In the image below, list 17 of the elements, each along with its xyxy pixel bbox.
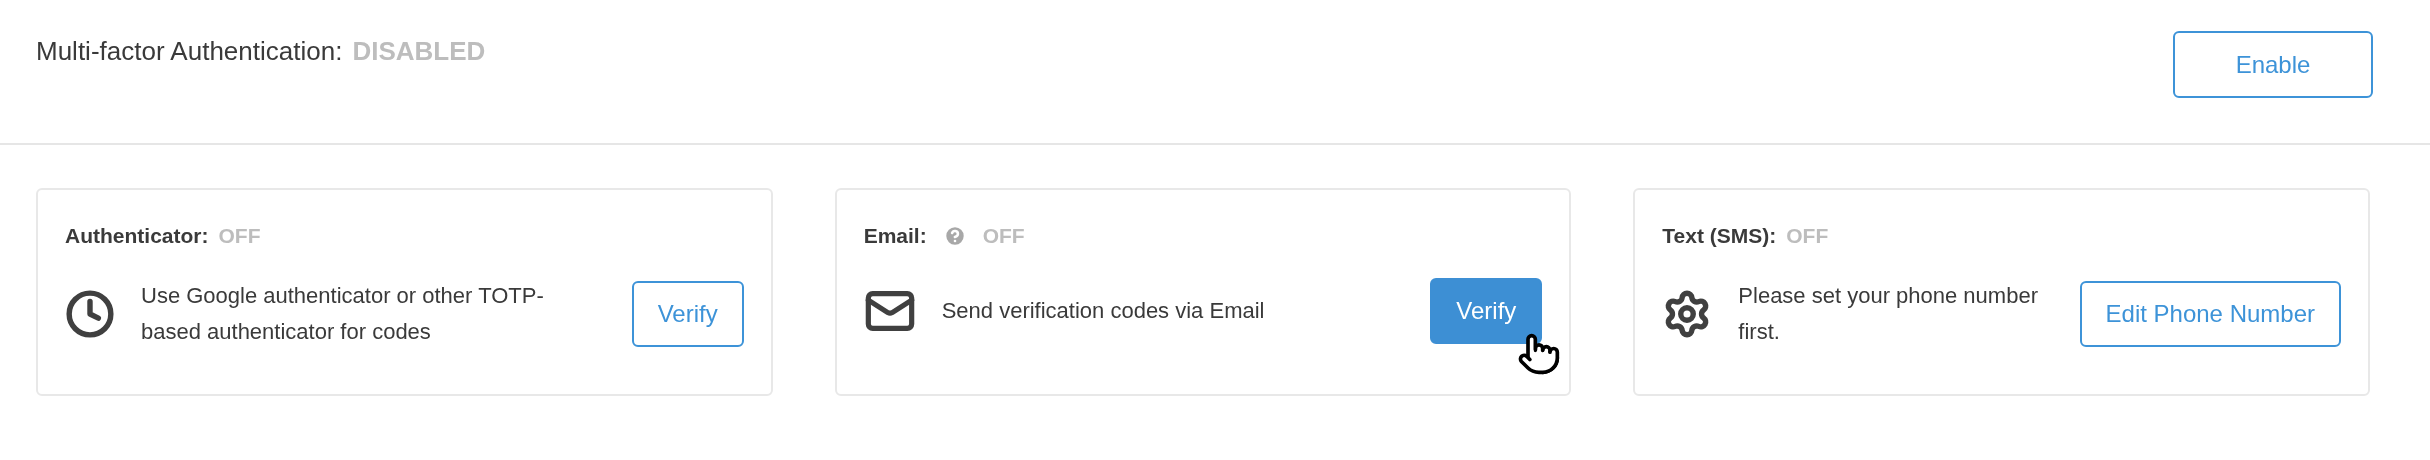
verify-button[interactable]: Verify (631, 280, 744, 347)
page-title: Multi-factor Authentication: (36, 35, 343, 68)
status-label: DISABLED (352, 35, 486, 68)
verify-button[interactable]: Edit Phone Number (2079, 280, 2341, 347)
method-description: Please set your phone number first. (1738, 281, 2039, 346)
method-title: Text (SMS): (1662, 223, 1777, 249)
method-description: Use Google authenticator or other TOTP-based authenticator for codes (141, 281, 545, 346)
method-title: Email: (863, 223, 927, 249)
method-status: OFF (1786, 223, 1829, 249)
method-description: Send verification codes via Email (941, 296, 1266, 325)
method-title: Authenticator: (65, 223, 209, 249)
method-status: OFF (218, 223, 261, 249)
clock-icon (65, 288, 115, 339)
verify-button[interactable]: Verify (1430, 277, 1543, 344)
hand-cursor-icon (1517, 332, 1562, 376)
enable-button[interactable]: Enable (2173, 31, 2373, 98)
method-status: OFF (982, 223, 1025, 249)
